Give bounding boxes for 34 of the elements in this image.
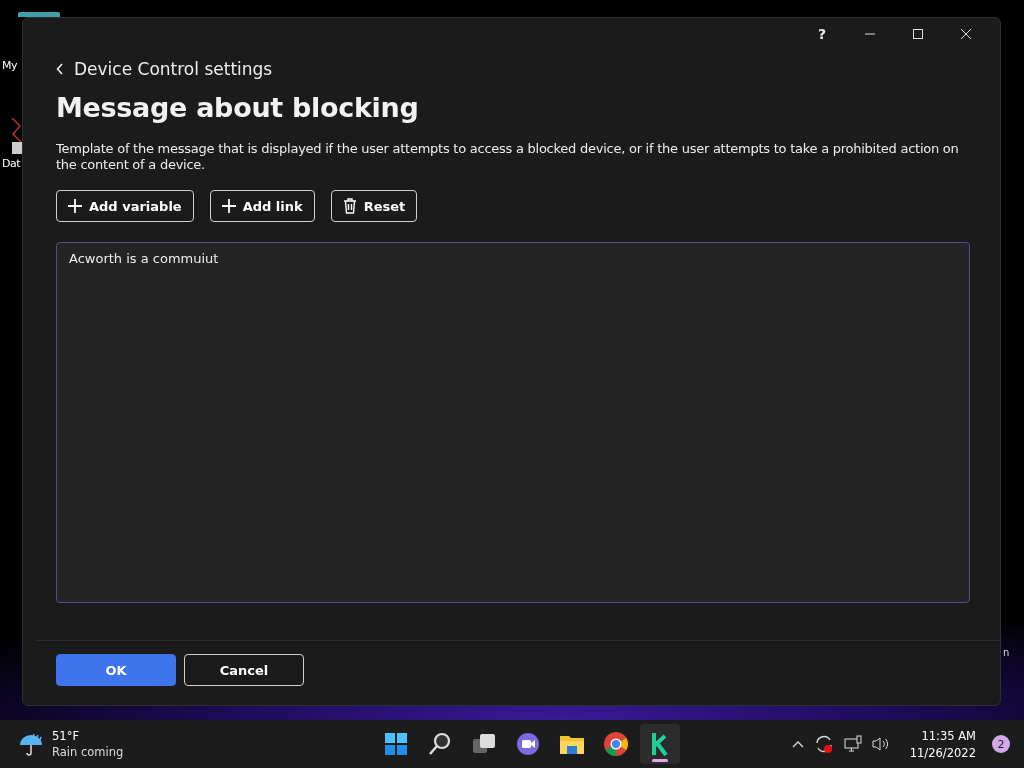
desktop-icon-label: My: [2, 59, 17, 72]
browser-icon: [602, 730, 630, 758]
forecast-text: Rain coming: [52, 745, 124, 759]
desktop-icon-label: Dat: [2, 157, 21, 170]
notification-badge[interactable]: 2: [992, 735, 1010, 753]
maximize-icon[interactable]: [912, 28, 924, 40]
desktop-text: n: [1003, 647, 1010, 658]
ok-button[interactable]: OK: [56, 654, 176, 686]
speaker-icon[interactable]: [871, 736, 890, 752]
description-text: Template of the message that is displayed if the user attempts to access a blocked device, or if the user attempts to take a prohibited action on the content of a device.: [56, 141, 960, 173]
toolbar-button[interactable]: Add variable: [56, 190, 194, 222]
toolbar-button[interactable]: Reset: [330, 190, 418, 222]
umbrella-icon[interactable]: [18, 731, 44, 757]
plus-icon: [221, 199, 236, 213]
cancel-button[interactable]: Cancel: [184, 654, 304, 686]
network-icon[interactable]: [843, 735, 862, 753]
sync-icon[interactable]: [813, 734, 834, 754]
temperature-text: 51°F: [52, 729, 80, 743]
page-heading: Message about blocking: [56, 92, 420, 123]
back-icon[interactable]: [56, 63, 64, 75]
chevron-up-icon[interactable]: [791, 740, 804, 748]
clock-time[interactable]: 11:35 AM: [921, 728, 976, 743]
plus-icon: [68, 199, 82, 213]
toolbar-button[interactable]: Add link: [209, 190, 315, 222]
message-field[interactable]: Acworth is a commuiut: [56, 242, 970, 603]
trash-icon: [342, 198, 357, 214]
taskbar-app-button[interactable]: [640, 724, 680, 764]
close-icon[interactable]: [960, 28, 972, 40]
file-icon[interactable]: [10, 116, 24, 156]
chat-icon: [514, 730, 542, 758]
back-link[interactable]: Device Control settings: [74, 59, 273, 79]
clock-date[interactable]: 11/26/2022: [909, 745, 976, 760]
windows-icon: [382, 730, 410, 758]
help-button[interactable]: ?: [798, 26, 846, 42]
